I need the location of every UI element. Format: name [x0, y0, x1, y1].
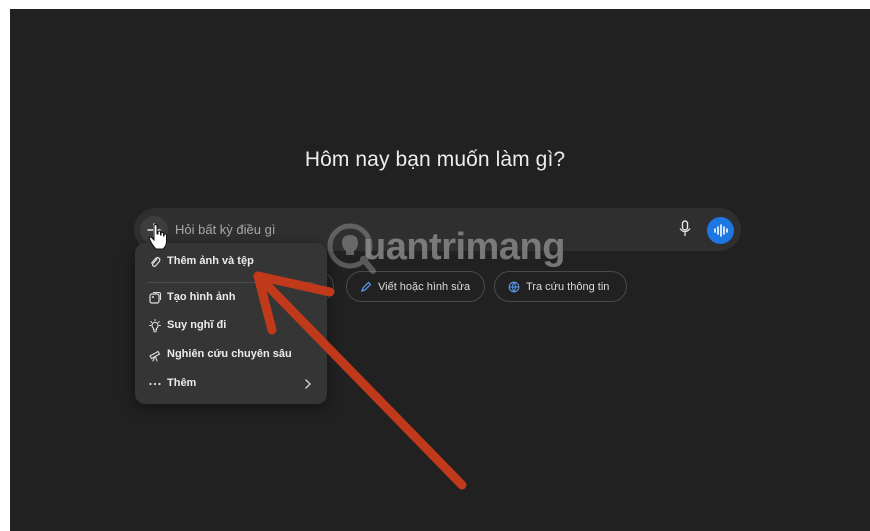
- annotation-arrow-icon: [253, 271, 467, 490]
